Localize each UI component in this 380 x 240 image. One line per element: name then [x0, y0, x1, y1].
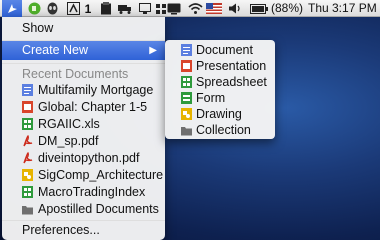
wifi-icon[interactable] — [188, 2, 203, 15]
document-label: MacroTradingIndex — [38, 185, 146, 199]
presentation-icon — [181, 60, 192, 72]
drawing-icon — [22, 169, 33, 181]
tv-icon[interactable] — [167, 2, 181, 15]
collection-icon — [22, 203, 33, 215]
document-label: RGAIIC.xls — [38, 117, 100, 131]
spreadsheet-icon — [22, 118, 33, 130]
pdf-icon — [22, 151, 33, 164]
document-label: SigComp_Architecture — [38, 168, 164, 182]
presentation-icon — [22, 101, 33, 113]
drawing-icon — [181, 108, 192, 120]
submenu-item-label: Drawing — [196, 107, 242, 121]
one-icon[interactable]: 1 — [83, 2, 93, 16]
submenu-item-form[interactable]: Form — [165, 90, 275, 106]
submenu-item-drawing[interactable]: Drawing — [165, 106, 275, 122]
volume-icon[interactable] — [228, 2, 242, 15]
submenu-item-label: Document — [196, 43, 253, 57]
pdf-icon — [22, 134, 33, 147]
recent-document-item[interactable]: Multifamily Mortgage — [2, 82, 165, 98]
recent-document-item[interactable]: MacroTradingIndex — [2, 184, 165, 200]
document-icon — [181, 44, 192, 56]
adobe-icon[interactable] — [67, 2, 80, 15]
submenu-item-presentation[interactable]: Presentation — [165, 58, 275, 74]
battery-percentage[interactable]: (88%) — [271, 1, 303, 16]
recent-document-item[interactable]: diveintopython.pdf — [2, 150, 165, 166]
alien-icon[interactable] — [46, 2, 59, 15]
form-icon — [181, 92, 192, 104]
chevron-right-icon: ▶ — [149, 45, 157, 56]
battery-icon[interactable] — [250, 2, 268, 15]
document-icon — [22, 84, 33, 96]
app-dropdown-menu: Show Create New ▶ Recent Documents Multi… — [2, 17, 165, 240]
spreadsheet-icon — [22, 186, 33, 198]
truck-icon[interactable] — [118, 2, 132, 15]
evernote-icon[interactable] — [28, 2, 41, 15]
menu-bar: 1 (88%) Thu 3:17 PM — [0, 0, 380, 17]
clipboard-icon[interactable] — [100, 2, 112, 15]
document-label: DM_sp.pdf — [38, 134, 99, 148]
recent-document-item[interactable]: Global: Chapter 1-5 — [2, 99, 165, 115]
menubar-clock[interactable]: Thu 3:17 PM — [308, 1, 377, 16]
submenu-item-label: Presentation — [196, 59, 267, 73]
menu-item-label: Show — [22, 21, 54, 35]
submenu-item-label: Collection — [196, 123, 251, 137]
menu-item-create-new[interactable]: Create New ▶ — [2, 41, 165, 60]
document-label: Global: Chapter 1-5 — [38, 100, 148, 114]
recent-document-item[interactable]: SigComp_Architecture — [2, 167, 165, 183]
menu-separator — [2, 63, 165, 64]
spreadsheet-icon — [181, 76, 192, 88]
document-label: Multifamily Mortgage — [38, 83, 154, 97]
submenu-item-label: Form — [196, 91, 226, 105]
monitor-icon[interactable] — [139, 2, 151, 15]
create-new-submenu: Document Presentation Spreadsheet Form D… — [165, 40, 275, 139]
menu-item-preferences[interactable]: Preferences... — [2, 221, 165, 240]
document-label: diveintopython.pdf — [38, 151, 140, 165]
app-launcher-icon[interactable] — [6, 2, 19, 15]
collection-icon — [181, 124, 192, 136]
recent-document-item[interactable]: Apostilled Documents — [2, 201, 165, 217]
recent-document-item[interactable]: RGAIIC.xls — [2, 116, 165, 132]
submenu-item-spreadsheet[interactable]: Spreadsheet — [165, 74, 275, 90]
recent-document-item[interactable]: DM_sp.pdf — [2, 133, 165, 149]
menu-item-label: Create New — [22, 43, 88, 57]
submenu-item-collection[interactable]: Collection — [165, 122, 275, 138]
submenu-item-document[interactable]: Document — [165, 42, 275, 58]
section-header-label: Recent Documents — [22, 67, 129, 81]
menu-item-label: Preferences... — [22, 223, 100, 237]
menu-item-show[interactable]: Show — [2, 19, 165, 38]
document-label: Apostilled Documents — [38, 202, 159, 216]
grid-icon[interactable] — [155, 2, 167, 15]
flag-us-icon[interactable] — [206, 2, 222, 15]
submenu-item-label: Spreadsheet — [196, 75, 267, 89]
